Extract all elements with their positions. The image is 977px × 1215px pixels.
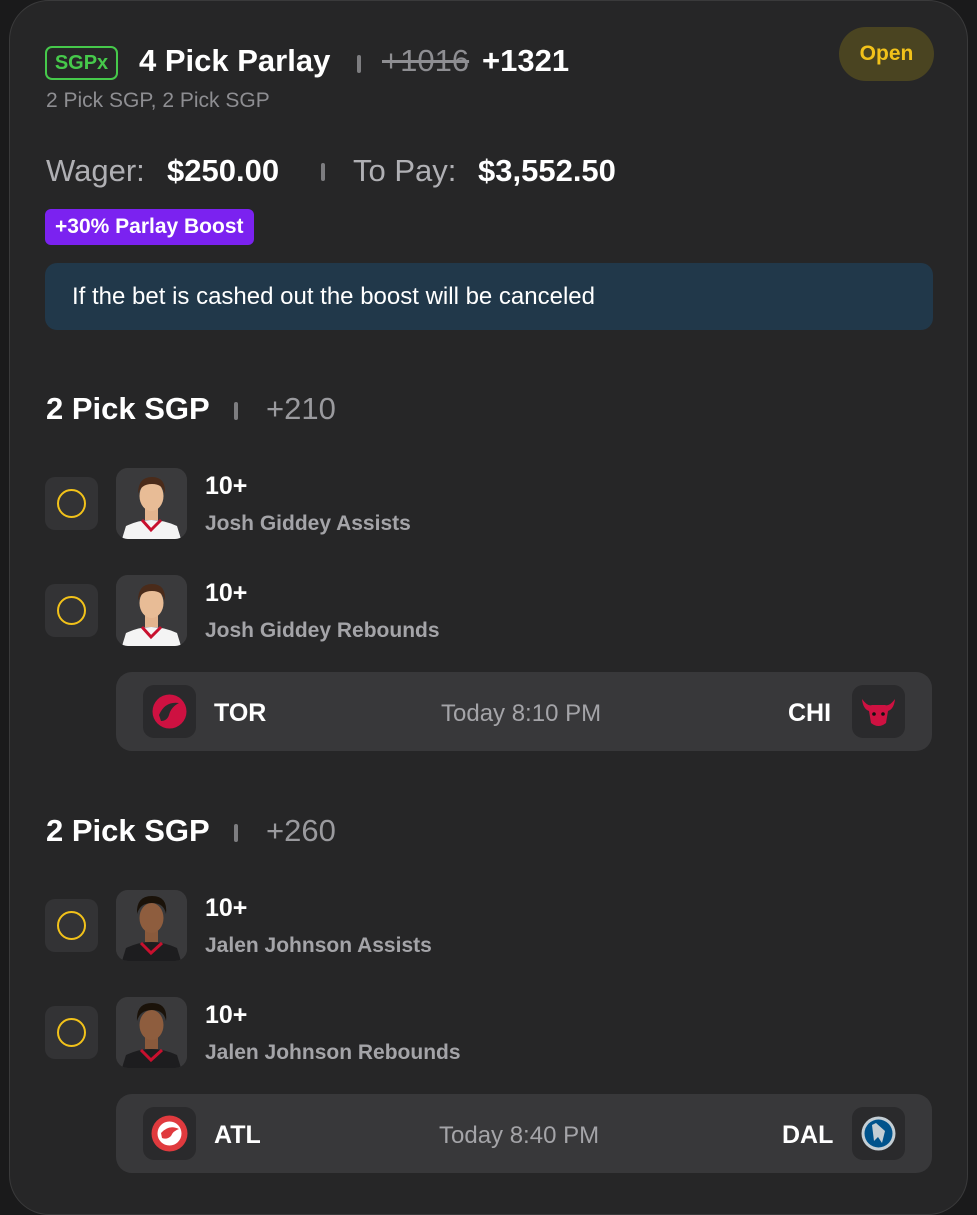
player-headshot-icon <box>116 468 187 539</box>
away-team: ATL <box>214 1121 261 1149</box>
game-time: Today 8:40 PM <box>439 1122 600 1149</box>
to-pay-label: To Pay: <box>353 153 457 188</box>
pick-line: 10+ <box>205 894 248 922</box>
game-matchup[interactable]: TOR Today 8:10 PM CHI <box>116 672 932 751</box>
wager-label: Wager: <box>46 153 145 188</box>
pick-status-indicator <box>45 477 98 530</box>
original-odds: +1016 <box>382 43 470 78</box>
pick-status-indicator <box>45 1006 98 1059</box>
raptors-logo-icon <box>143 685 196 738</box>
player-avatar <box>116 997 187 1068</box>
pick-line: 10+ <box>205 472 248 500</box>
group-odds: +260 <box>266 813 336 848</box>
mavericks-logo-icon <box>852 1107 905 1160</box>
group-odds: +210 <box>266 391 336 426</box>
group-divider <box>234 824 238 842</box>
game-matchup[interactable]: ATL Today 8:40 PM DAL <box>116 1094 932 1173</box>
home-team: DAL <box>782 1121 834 1149</box>
player-avatar <box>116 575 187 646</box>
open-circle-icon <box>57 911 86 940</box>
pick-status-indicator <box>45 584 98 637</box>
status-badge: Open <box>839 27 934 81</box>
game-time: Today 8:10 PM <box>441 700 602 727</box>
hawks-logo-icon <box>143 1107 196 1160</box>
group-divider <box>234 402 238 420</box>
player-headshot-icon <box>116 997 187 1068</box>
sgpx-badge: SGPx <box>45 46 118 80</box>
bet-title: 4 Pick Parlay <box>139 43 331 78</box>
player-headshot-icon <box>116 890 187 961</box>
cashout-info-banner: If the bet is cashed out the boost will … <box>45 263 933 330</box>
home-team: CHI <box>788 699 832 727</box>
parlay-boost-badge: +30% Parlay Boost <box>45 209 254 245</box>
player-avatar <box>116 890 187 961</box>
player-avatar <box>116 468 187 539</box>
bet-subtitle: 2 Pick SGP, 2 Pick SGP <box>46 89 270 112</box>
open-circle-icon <box>57 1018 86 1047</box>
wager-divider <box>321 163 325 181</box>
pick-description: Josh Giddey Rebounds <box>205 619 440 642</box>
title-divider <box>357 55 361 73</box>
pick-status-indicator <box>45 899 98 952</box>
boosted-odds: +1321 <box>482 43 570 78</box>
open-circle-icon <box>57 596 86 625</box>
pick-description: Jalen Johnson Rebounds <box>205 1041 461 1064</box>
pick-description: Jalen Johnson Assists <box>205 934 432 957</box>
bulls-logo-icon <box>852 685 905 738</box>
away-team: TOR <box>214 699 267 727</box>
open-circle-icon <box>57 489 86 518</box>
pick-line: 10+ <box>205 579 248 607</box>
pick-line: 10+ <box>205 1001 248 1029</box>
pick-description: Josh Giddey Assists <box>205 512 411 535</box>
group-title: 2 Pick SGP <box>46 391 210 426</box>
to-pay-value: $3,552.50 <box>478 153 616 188</box>
parlay-bet-card: SGPx 4 Pick Parlay +1016 +1321 2 Pick SG… <box>9 0 968 1215</box>
player-headshot-icon <box>116 575 187 646</box>
group-title: 2 Pick SGP <box>46 813 210 848</box>
wager-value: $250.00 <box>167 153 280 188</box>
